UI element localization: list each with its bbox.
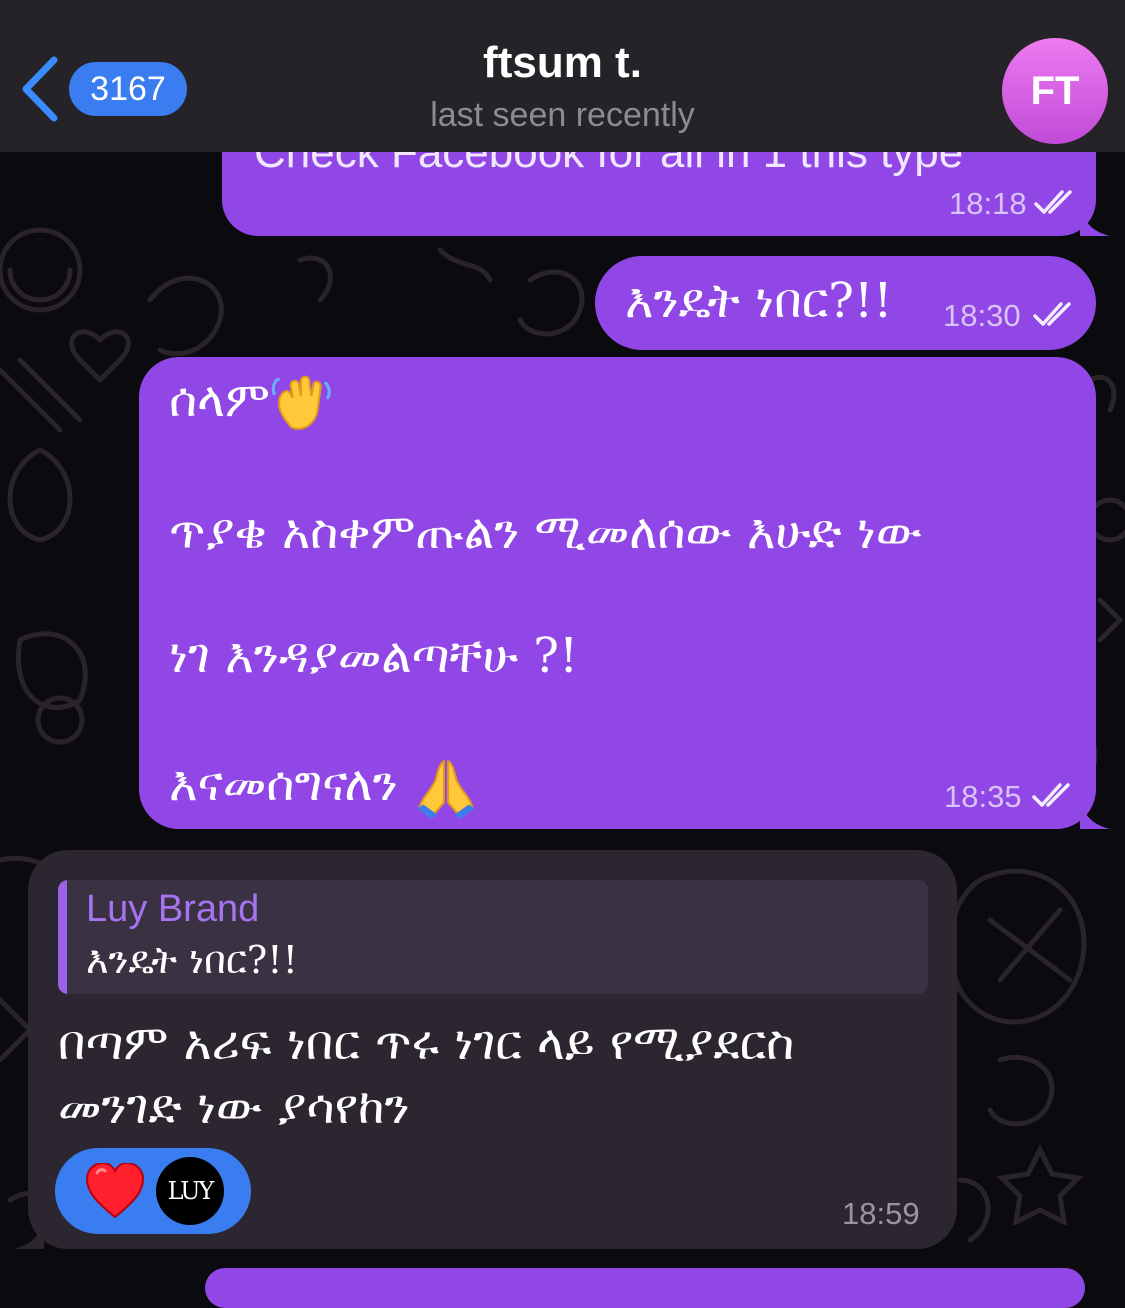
message-time: 18:59 <box>842 1196 920 1231</box>
read-checkmarks-icon <box>1034 190 1072 214</box>
bubble-tail <box>14 1219 44 1249</box>
chat-title[interactable]: ftsum t. <box>0 38 1125 88</box>
reply-quote[interactable]: Luy Brand እንዴት ነበር?!! <box>58 880 928 994</box>
message-line-text: ሰላም <box>169 372 270 428</box>
reaction-chip[interactable]: LUY <box>55 1148 251 1234</box>
outgoing-message-bubble[interactable] <box>205 1268 1085 1308</box>
reply-quote-author: Luy Brand <box>86 888 260 930</box>
reply-quote-text: እንዴት ነበር?!! <box>86 938 298 982</box>
message-line-text: ነገ እንዳያመልጣቸሁ ?! <box>169 628 579 684</box>
message-line: ሰላም <box>169 369 332 435</box>
bubble-tail <box>1080 799 1110 829</box>
folded-hands-icon <box>417 759 475 819</box>
message-line-text: ጥያቄ አስቀምጡልን ሚመለሰው እሁድ ነው <box>169 504 923 560</box>
reply-quote-bar <box>58 880 67 994</box>
outgoing-message-bubble[interactable]: ሰላም ጥያቄ አስቀምጡልን ሚመለሰው እሁድ ነው ነገ እንዳያመልጣቸ… <box>139 357 1096 829</box>
chat-header: 3167 ftsum t. last seen recently FT <box>0 0 1125 152</box>
message-line-text: መንገድ ነው ያሳየከን <box>58 1079 410 1135</box>
chat-status: last seen recently <box>430 96 695 134</box>
message-line: እናመሰግናለን <box>169 753 479 819</box>
red-heart-icon <box>85 1163 145 1219</box>
read-checkmarks-icon <box>1033 302 1071 326</box>
message-line-text: በጣም አሪፍ ነበር ጥሩ ነገር ላይ የሚያደርስ <box>58 1015 795 1071</box>
message-time: 18:18 <box>949 186 1027 221</box>
message-time: 18:30 <box>943 298 1021 333</box>
message-line-text: እናመሰግናለን <box>169 756 398 812</box>
contact-avatar[interactable]: FT <box>1002 38 1108 144</box>
outgoing-message-bubble[interactable]: እንዴት ነበር?!! 18:30 <box>595 256 1096 350</box>
read-checkmarks-icon <box>1032 783 1070 807</box>
reaction-user-avatar: LUY <box>156 1157 224 1225</box>
message-time: 18:35 <box>944 779 1022 814</box>
waving-hand-icon <box>271 375 331 430</box>
bubble-tail <box>1080 206 1110 236</box>
message-text: እንዴት ነበር?!! <box>625 273 893 329</box>
